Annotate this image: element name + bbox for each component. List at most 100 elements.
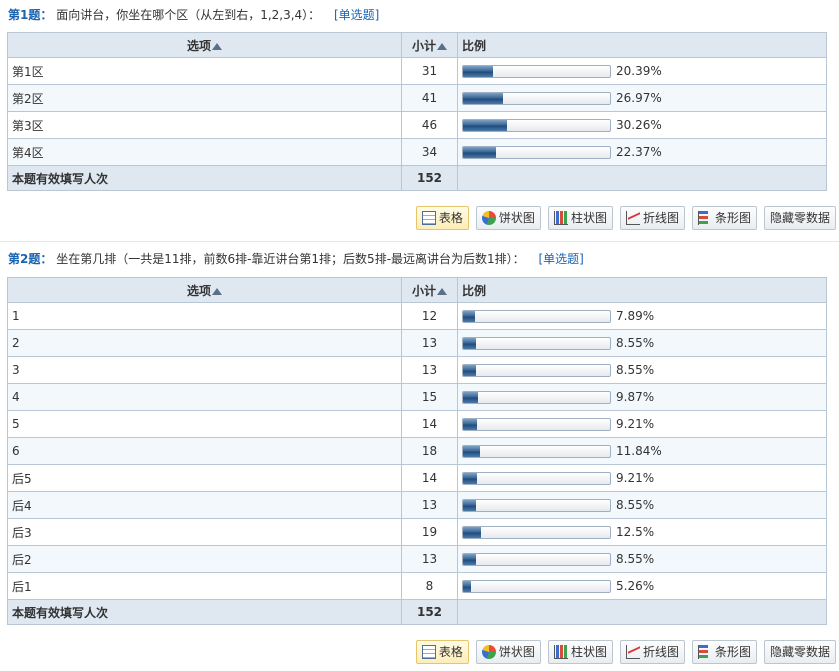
line-chart-icon (625, 645, 640, 659)
ratio-bar (462, 145, 611, 159)
ratio-percent: 12.5% (616, 525, 655, 540)
option-count: 41 (401, 84, 458, 112)
chart-type-button[interactable]: 饼状图 (475, 640, 541, 664)
ratio-bar-fill (463, 146, 496, 158)
ratio-bar (462, 525, 611, 539)
option-count: 19 (401, 518, 458, 546)
total-ratio (457, 599, 827, 625)
sort-icon[interactable] (437, 42, 447, 50)
ratio-percent: 8.55% (616, 363, 655, 378)
option-label: 第2区 (7, 84, 402, 112)
option-label: 第4区 (7, 138, 402, 166)
ratio-percent: 30.26% (616, 118, 662, 133)
table-icon (421, 211, 436, 225)
ratio-percent: 8.55% (616, 552, 655, 567)
chart-type-button[interactable]: 表格 (415, 206, 469, 230)
option-ratio: 8.55% (457, 491, 827, 519)
total-count: 152 (401, 599, 458, 625)
table-row: 后3 19 12.5% (7, 518, 827, 546)
ratio-bar-fill (463, 553, 476, 565)
option-label: 后2 (7, 545, 402, 573)
column-header-ratio: 比例 (457, 277, 827, 303)
option-ratio: 9.87% (457, 383, 827, 411)
button-label: 隐藏零数据 (769, 645, 830, 659)
chart-type-button[interactable]: 隐藏零数据 (763, 206, 836, 230)
table-row: 第1区 31 20.39% (7, 57, 827, 85)
button-label: 折线图 (642, 645, 679, 659)
chart-type-button[interactable]: 隐藏零数据 (763, 640, 836, 664)
sort-icon[interactable] (437, 287, 447, 295)
option-count: 46 (401, 111, 458, 139)
button-label: 折线图 (642, 211, 679, 225)
results-table: 选项 小计 比例 第1区 31 20.39% 第2区 41 26.97% 第3区 46 30.2… (7, 32, 827, 191)
question-number: 第2题： (8, 252, 53, 266)
ratio-bar (462, 552, 611, 566)
bar-chart-icon (697, 645, 712, 659)
option-label: 2 (7, 329, 402, 357)
option-count: 14 (401, 464, 458, 492)
option-count: 18 (401, 437, 458, 465)
pie-chart-icon (481, 645, 496, 659)
option-ratio: 11.84% (457, 437, 827, 465)
ratio-bar-fill (463, 418, 477, 430)
option-ratio: 9.21% (457, 464, 827, 492)
bar-chart-icon (697, 211, 712, 225)
question-type-link[interactable]: [单选题] (334, 8, 379, 22)
sort-icon[interactable] (212, 42, 222, 50)
chart-type-button[interactable]: 柱状图 (547, 640, 613, 664)
sort-icon[interactable] (212, 287, 222, 295)
option-label: 3 (7, 356, 402, 384)
ratio-percent: 20.39% (616, 64, 662, 79)
chart-type-button[interactable]: 饼状图 (475, 206, 541, 230)
button-label: 饼状图 (498, 645, 535, 659)
option-ratio: 5.26% (457, 572, 827, 600)
total-row: 本题有效填写人次 152 (7, 165, 827, 191)
ratio-percent: 5.26% (616, 579, 655, 594)
divider (0, 241, 839, 242)
option-label: 后4 (7, 491, 402, 519)
ratio-bar-fill (463, 310, 475, 322)
ratio-bar (462, 498, 611, 512)
ratio-bar-fill (463, 526, 482, 538)
ratio-bar-fill (463, 92, 503, 104)
ratio-percent: 7.89% (616, 309, 655, 324)
option-label: 6 (7, 437, 402, 465)
ratio-bar-fill (463, 580, 471, 592)
question-type-link[interactable]: [单选题] (539, 252, 584, 266)
chart-type-button[interactable]: 折线图 (619, 640, 685, 664)
ratio-percent: 8.55% (616, 336, 655, 351)
chart-type-button[interactable]: 折线图 (619, 206, 685, 230)
ratio-percent: 11.84% (616, 444, 662, 459)
total-label: 本题有效填写人次 (7, 165, 402, 191)
column-header-option[interactable]: 选项 (7, 32, 402, 58)
chart-type-button[interactable]: 条形图 (691, 206, 757, 230)
button-label: 表格 (438, 211, 463, 225)
option-label: 1 (7, 302, 402, 330)
table-row: 2 13 8.55% (7, 329, 827, 357)
option-label: 4 (7, 383, 402, 411)
chart-type-button[interactable]: 表格 (415, 640, 469, 664)
ratio-bar-fill (463, 472, 477, 484)
table-row: 1 12 7.89% (7, 302, 827, 330)
chart-type-button[interactable]: 柱状图 (547, 206, 613, 230)
option-ratio: 8.55% (457, 545, 827, 573)
line-chart-icon (625, 211, 640, 225)
option-ratio: 22.37% (457, 138, 827, 166)
option-label: 后5 (7, 464, 402, 492)
column-header-option[interactable]: 选项 (7, 277, 402, 303)
option-ratio: 8.55% (457, 356, 827, 384)
column-header-count[interactable]: 小计 (401, 32, 458, 58)
chart-type-button[interactable]: 条形图 (691, 640, 757, 664)
button-label: 柱状图 (570, 645, 607, 659)
option-ratio: 9.21% (457, 410, 827, 438)
ratio-bar-fill (463, 445, 481, 457)
option-count: 15 (401, 383, 458, 411)
button-label: 条形图 (714, 211, 751, 225)
total-row: 本题有效填写人次 152 (7, 599, 827, 625)
option-ratio: 30.26% (457, 111, 827, 139)
ratio-bar (462, 336, 611, 350)
table-row: 5 14 9.21% (7, 410, 827, 438)
button-label: 条形图 (714, 645, 751, 659)
column-header-count[interactable]: 小计 (401, 277, 458, 303)
ratio-bar-fill (463, 364, 476, 376)
